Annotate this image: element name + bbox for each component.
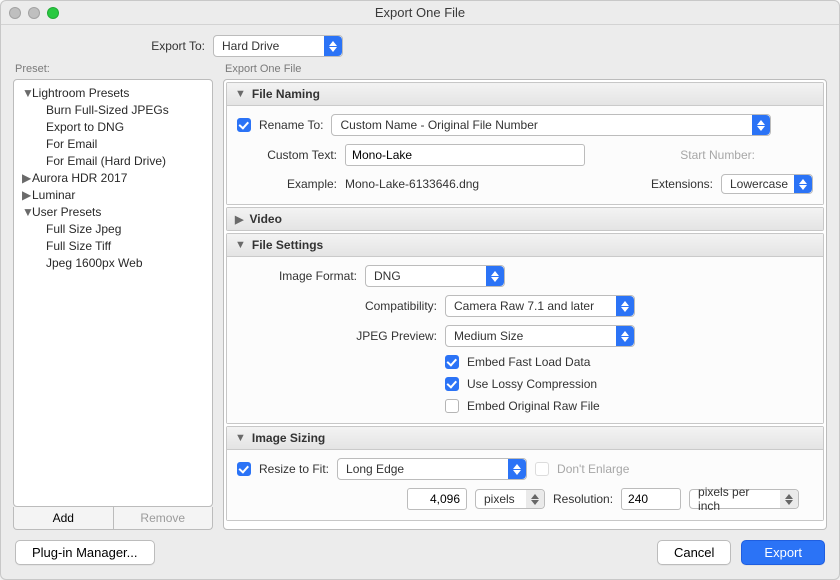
size-units-select[interactable]: pixels — [475, 489, 545, 509]
preset-item[interactable]: For Email — [16, 135, 210, 152]
triangle-right-icon: ▶ — [22, 188, 32, 202]
video-header[interactable]: ▶ Video — [227, 208, 823, 230]
custom-text-input[interactable] — [345, 144, 585, 166]
triangle-down-icon: ▼ — [235, 88, 246, 100]
chevron-up-down-icon — [616, 296, 634, 316]
resize-fit-select[interactable]: Long Edge — [337, 458, 527, 480]
resize-label: Resize to Fit: — [259, 462, 329, 476]
compatibility-label: Compatibility: — [237, 299, 437, 313]
cancel-button[interactable]: Cancel — [657, 540, 731, 565]
start-number-label: Start Number: — [680, 148, 755, 162]
format-select[interactable]: DNG — [365, 265, 505, 287]
example-label: Example: — [237, 177, 337, 191]
dont-enlarge-checkbox — [535, 462, 549, 476]
triangle-right-icon: ▶ — [235, 213, 243, 226]
remove-preset-button: Remove — [113, 507, 213, 529]
custom-text-label: Custom Text: — [237, 148, 337, 162]
rename-template-select[interactable]: Custom Name - Original File Number — [331, 114, 771, 136]
plugin-manager-button[interactable]: Plug-in Manager... — [15, 540, 155, 565]
dont-enlarge-label: Don't Enlarge — [557, 462, 629, 476]
export-button[interactable]: Export — [741, 540, 825, 565]
preset-actions: Add Remove — [13, 507, 213, 530]
panel-title: File Settings — [252, 238, 323, 252]
preset-column: Preset: ▼Lightroom Presets Burn Full-Siz… — [13, 63, 213, 530]
footer: Plug-in Manager... Cancel Export — [1, 530, 839, 579]
chevron-up-down-icon — [526, 490, 544, 508]
triangle-down-icon: ▼ — [22, 86, 32, 100]
rename-label: Rename To: — [259, 118, 323, 132]
export-to-value: Hard Drive — [214, 39, 303, 53]
content: Preset: ▼Lightroom Presets Burn Full-Siz… — [1, 63, 839, 530]
size-input[interactable] — [407, 488, 467, 510]
triangle-right-icon: ▶ — [22, 171, 32, 185]
image-sizing-panel: ▼ Image Sizing Resize to Fit: Long Edge — [226, 426, 824, 521]
triangle-down-icon: ▼ — [22, 205, 32, 219]
resolution-units-select[interactable]: pixels per inch — [689, 489, 799, 509]
preset-list[interactable]: ▼Lightroom Presets Burn Full-Sized JPEGs… — [13, 79, 213, 507]
embed-fastload-checkbox[interactable] — [445, 355, 459, 369]
triangle-down-icon: ▼ — [235, 432, 246, 444]
jpeg-preview-select[interactable]: Medium Size — [445, 325, 635, 347]
preset-group-aurora[interactable]: ▶Aurora HDR 2017 — [16, 169, 210, 186]
extensions-select[interactable]: Lowercase — [721, 174, 813, 194]
embed-rawfile-checkbox[interactable] — [445, 399, 459, 413]
chevron-up-down-icon — [752, 115, 770, 135]
chevron-up-down-icon — [486, 266, 504, 286]
compatibility-select[interactable]: Camera Raw 7.1 and later — [445, 295, 635, 317]
panel-title: Image Sizing — [252, 431, 325, 445]
chevron-up-down-icon — [794, 175, 812, 193]
panel-title: Video — [249, 212, 281, 226]
preset-group-lightroom[interactable]: ▼Lightroom Presets — [16, 84, 210, 101]
export-to-select[interactable]: Hard Drive — [213, 35, 343, 57]
file-naming-header[interactable]: ▼ File Naming — [227, 83, 823, 106]
file-settings-header[interactable]: ▼ File Settings — [227, 234, 823, 257]
export-dialog: Export One File Export To: Hard Drive Pr… — [0, 0, 840, 580]
preset-group-user[interactable]: ▼User Presets — [16, 203, 210, 220]
chevron-up-down-icon — [508, 459, 526, 479]
preset-group-luminar[interactable]: ▶Luminar — [16, 186, 210, 203]
chevron-up-down-icon — [780, 490, 798, 508]
preset-item[interactable]: Full Size Jpeg — [16, 220, 210, 237]
chevron-up-down-icon — [616, 326, 634, 346]
export-to-row: Export To: Hard Drive — [1, 25, 839, 63]
export-to-label: Export To: — [13, 39, 213, 53]
triangle-down-icon: ▼ — [235, 239, 246, 251]
example-value: Mono-Lake-6133646.dng — [345, 177, 479, 191]
window-title: Export One File — [1, 5, 839, 20]
preview-label: JPEG Preview: — [237, 329, 437, 343]
image-sizing-header[interactable]: ▼ Image Sizing — [227, 427, 823, 450]
lossy-compression-checkbox[interactable] — [445, 377, 459, 391]
preset-item[interactable]: Export to DNG — [16, 118, 210, 135]
resize-checkbox[interactable] — [237, 462, 251, 476]
file-naming-panel: ▼ File Naming Rename To: Custom Name - O… — [226, 82, 824, 205]
embed-rawfile-label: Embed Original Raw File — [467, 399, 600, 413]
preset-tree: ▼Lightroom Presets Burn Full-Sized JPEGs… — [16, 84, 210, 271]
preset-header: Preset: — [13, 63, 213, 79]
preset-item[interactable]: Full Size Tiff — [16, 237, 210, 254]
titlebar: Export One File — [1, 1, 839, 25]
file-settings-panel: ▼ File Settings Image Format: DNG — [226, 233, 824, 424]
embed-fastload-label: Embed Fast Load Data — [467, 355, 590, 369]
panel-stack: ▼ File Naming Rename To: Custom Name - O… — [223, 79, 827, 530]
main-header: Export One File — [223, 63, 827, 79]
lossy-compression-label: Use Lossy Compression — [467, 377, 597, 391]
video-panel: ▶ Video — [226, 207, 824, 231]
rename-checkbox[interactable] — [237, 118, 251, 132]
preset-item[interactable]: For Email (Hard Drive) — [16, 152, 210, 169]
panel-title: File Naming — [252, 87, 320, 101]
main-column: Export One File ▼ File Naming Rename To:… — [223, 63, 827, 530]
format-label: Image Format: — [237, 269, 357, 283]
resolution-input[interactable] — [621, 488, 681, 510]
extensions-label: Extensions: — [651, 177, 713, 191]
preset-item[interactable]: Jpeg 1600px Web — [16, 254, 210, 271]
resolution-label: Resolution: — [553, 492, 613, 506]
add-preset-button[interactable]: Add — [14, 507, 113, 529]
preset-item[interactable]: Burn Full-Sized JPEGs — [16, 101, 210, 118]
chevron-up-down-icon — [324, 36, 342, 56]
